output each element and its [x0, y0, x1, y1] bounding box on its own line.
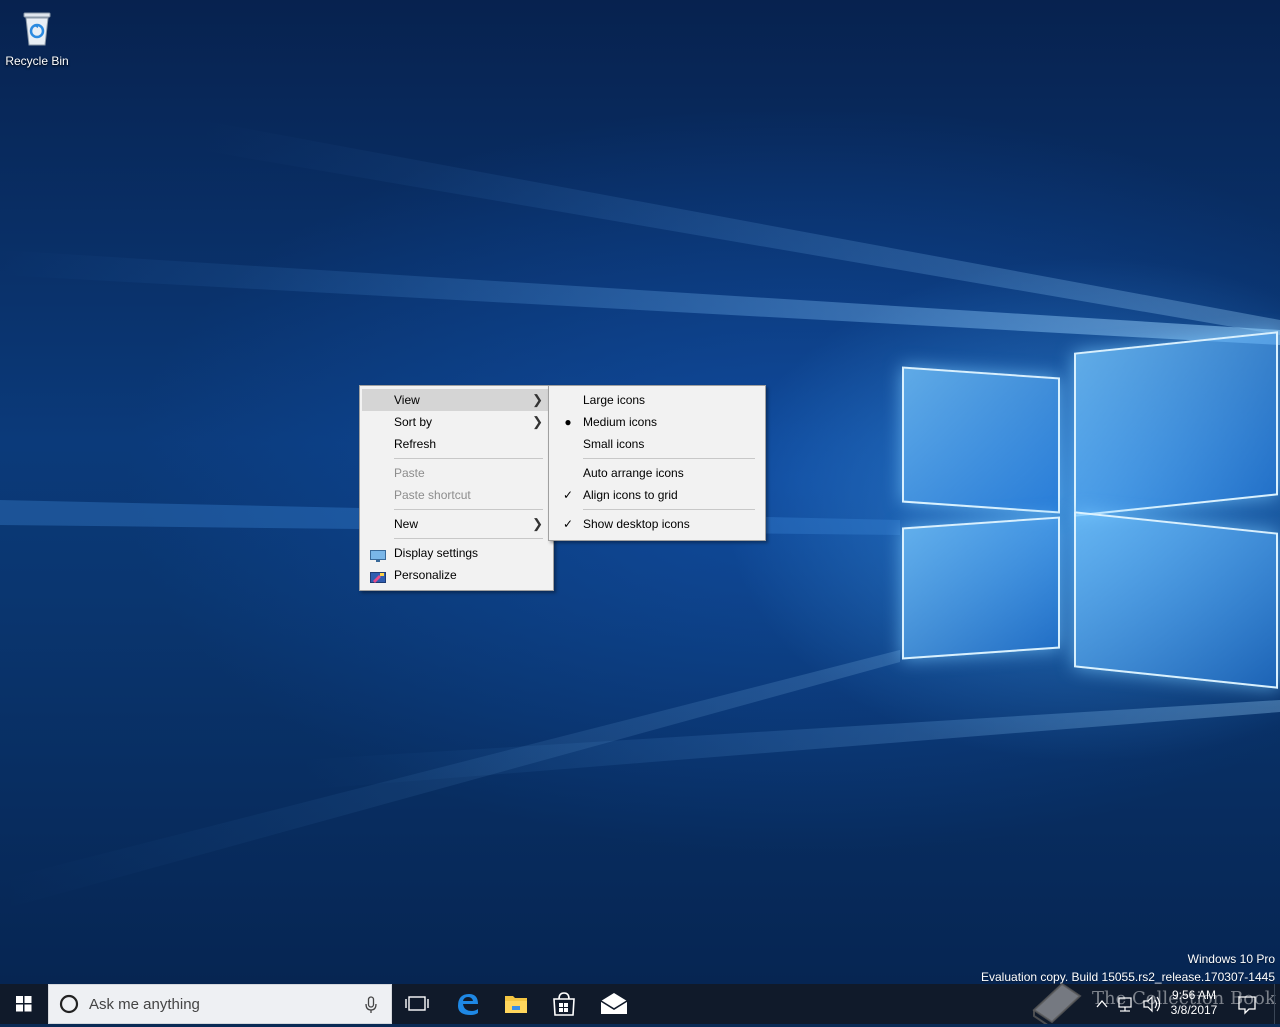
menu-item-view[interactable]: View ❯ [362, 389, 551, 411]
menu-item-sort-by[interactable]: Sort by ❯ [362, 411, 551, 433]
edge-button[interactable] [444, 984, 492, 1024]
menu-separator [394, 458, 543, 459]
watermark-edition: Windows 10 Pro [1187, 952, 1275, 966]
menu-item-paste-shortcut[interactable]: Paste shortcut [362, 484, 551, 506]
menu-item-label: Large icons [583, 393, 646, 407]
menu-item-label: New [394, 517, 419, 531]
show-hidden-icons-button[interactable] [1092, 984, 1112, 1024]
menu-item-show-desktop-icons[interactable]: ✓ Show desktop icons [551, 513, 763, 535]
logo-pane-bottom-left [902, 516, 1060, 660]
view-submenu: Large icons ● Medium icons Small icons A… [548, 385, 766, 541]
logo-pane-top-right [1074, 331, 1278, 517]
menu-item-align-icons-to-grid[interactable]: ✓ Align icons to grid [551, 484, 763, 506]
task-view-button[interactable] [394, 984, 440, 1024]
menu-item-medium-icons[interactable]: ● Medium icons [551, 411, 763, 433]
menu-item-label: Align icons to grid [583, 488, 678, 502]
file-explorer-button[interactable] [492, 984, 540, 1024]
radio-bullet-icon: ● [564, 415, 572, 429]
network-button[interactable] [1114, 984, 1138, 1024]
logo-pane-bottom-right [1074, 511, 1278, 689]
menu-item-label: View [394, 393, 420, 407]
menu-separator [394, 509, 543, 510]
mail-icon [600, 993, 628, 1014]
personalize-icon [370, 569, 386, 583]
start-button[interactable] [0, 984, 48, 1024]
store-button[interactable] [540, 984, 588, 1024]
edge-icon [458, 994, 478, 1015]
chevron-right-icon: ❯ [532, 516, 543, 531]
menu-item-label: Paste shortcut [394, 488, 471, 502]
menu-item-paste[interactable]: Paste [362, 462, 551, 484]
menu-item-label: Paste [394, 466, 425, 480]
display-settings-icon [370, 547, 386, 562]
menu-item-large-icons[interactable]: Large icons [551, 389, 763, 411]
show-desktop-button[interactable] [1274, 984, 1280, 1024]
menu-item-label: Refresh [394, 437, 437, 451]
recycle-bin-label: Recycle Bin [5, 54, 69, 68]
file-explorer-icon [505, 996, 527, 1013]
cortana-circle-icon [59, 994, 79, 1014]
search-placeholder: Ask me anything [89, 996, 200, 1013]
menu-item-small-icons[interactable]: Small icons [551, 433, 763, 455]
notification-icon [1238, 996, 1256, 1015]
cortana-search-box[interactable]: Ask me anything [48, 984, 392, 1024]
clock-time: 9:56 AM [1171, 988, 1217, 1002]
check-icon: ✓ [562, 517, 574, 531]
task-view-icon [405, 996, 429, 1011]
desktop-context-menu: View ❯ Sort by ❯ Refresh Paste Paste sho… [359, 385, 554, 591]
book-icon [1032, 982, 1082, 1027]
network-icon [1118, 997, 1132, 1012]
logo-pane-top-left [902, 366, 1060, 514]
menu-item-label: Display settings [394, 546, 479, 560]
action-center-button[interactable] [1230, 984, 1264, 1024]
clock-date: 3/8/2017 [1170, 1003, 1218, 1017]
chevron-right-icon: ❯ [532, 414, 543, 429]
chevron-right-icon: ❯ [532, 392, 543, 407]
menu-item-label: Sort by [394, 415, 433, 429]
volume-button[interactable] [1140, 984, 1164, 1024]
windows-logo-icon [16, 996, 32, 1012]
menu-item-personalize[interactable]: Personalize [362, 564, 551, 586]
menu-separator [394, 538, 543, 539]
menu-item-auto-arrange-icons[interactable]: Auto arrange icons [551, 462, 763, 484]
store-icon [553, 992, 575, 1016]
menu-item-display-settings[interactable]: Display settings [362, 542, 551, 564]
taskbar: Ask me anything The Collection Book 9:56… [0, 982, 1280, 1027]
recycle-bin-shortcut[interactable]: Recycle Bin [4, 6, 70, 76]
menu-separator [583, 458, 755, 459]
recycle-bin-icon [22, 10, 52, 46]
menu-item-label: Medium icons [583, 415, 658, 429]
menu-item-label: Show desktop icons [583, 517, 690, 531]
menu-separator [583, 509, 755, 510]
volume-icon [1143, 995, 1161, 1013]
menu-item-refresh[interactable]: Refresh [362, 433, 551, 455]
menu-item-new[interactable]: New ❯ [362, 513, 551, 535]
chevron-up-icon [1096, 999, 1108, 1008]
taskbar-clock[interactable]: 9:56 AM 3/8/2017 [1168, 988, 1220, 1018]
menu-item-label: Auto arrange icons [583, 466, 684, 480]
menu-item-label: Personalize [394, 568, 457, 582]
menu-item-label: Small icons [583, 437, 645, 451]
check-icon: ✓ [562, 488, 574, 502]
mail-button[interactable] [588, 984, 640, 1024]
microphone-icon[interactable] [365, 996, 377, 1014]
